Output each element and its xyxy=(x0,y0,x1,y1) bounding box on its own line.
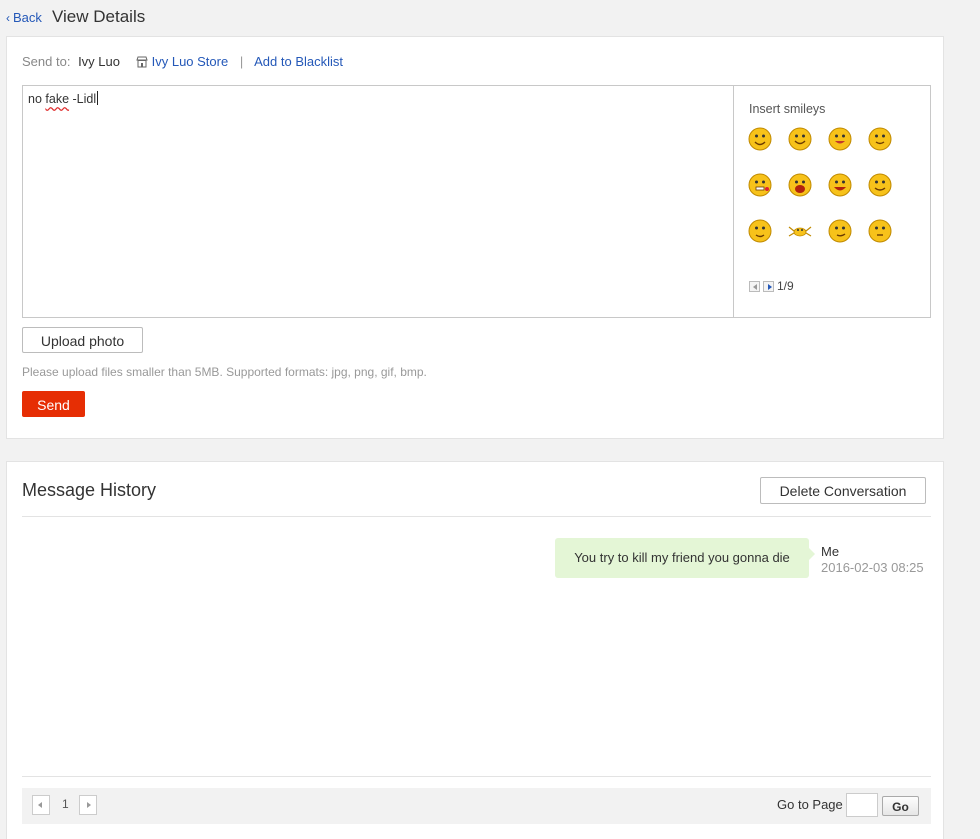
message-editor-frame: no fake -Lidl Insert smileys 1/9 xyxy=(22,85,931,318)
top-bar: ‹ Back View Details xyxy=(0,0,980,34)
current-page-number: 1 xyxy=(62,797,69,811)
chevron-left-icon xyxy=(38,802,42,808)
add-to-blacklist-link[interactable]: Add to Blacklist xyxy=(254,54,343,69)
smiley-panel-title: Insert smileys xyxy=(749,102,826,116)
laugh-icon[interactable] xyxy=(787,172,813,198)
upload-photo-button[interactable]: Upload photo xyxy=(22,327,143,353)
text-caret xyxy=(97,91,99,105)
compose-panel: Send to: Ivy Luo Ivy Luo Store | Add to … xyxy=(6,36,944,439)
send-to-row: Send to: Ivy Luo Ivy Luo Store | Add to … xyxy=(22,54,343,71)
misspelled-word: fake xyxy=(45,92,70,106)
smiley-page-indicator: 1/9 xyxy=(777,279,794,293)
send-to-label: Send to: xyxy=(22,54,71,69)
back-link[interactable]: ‹ Back xyxy=(6,10,42,25)
page-title: View Details xyxy=(52,7,146,26)
smiley-prev-page-button[interactable] xyxy=(749,281,760,293)
tongue-out-icon[interactable] xyxy=(827,126,853,152)
go-to-page-input[interactable] xyxy=(846,793,878,817)
history-title: Message History xyxy=(22,480,157,500)
store-icon xyxy=(135,56,148,71)
send-button[interactable]: Send xyxy=(22,391,85,417)
rose-mouth-icon[interactable] xyxy=(747,172,773,198)
prev-page-button[interactable] xyxy=(32,795,50,815)
delete-conversation-button[interactable]: Delete Conversation xyxy=(760,477,926,504)
message-text-part: -Lidl xyxy=(69,92,97,106)
divider xyxy=(22,776,931,777)
chevron-left-icon: ‹ xyxy=(6,11,10,25)
chevron-right-icon xyxy=(87,802,91,808)
hug-icon[interactable] xyxy=(747,218,773,244)
link-separator: | xyxy=(239,54,244,69)
upload-hint: Please upload files smaller than 5MB. Su… xyxy=(22,365,427,379)
message-sender: Me xyxy=(821,544,840,559)
tears-of-joy-icon[interactable] xyxy=(827,172,853,198)
thinking-icon[interactable] xyxy=(867,218,893,244)
history-pagination: 1 Go to Page Go xyxy=(22,788,931,824)
next-page-button[interactable] xyxy=(79,795,97,815)
go-button[interactable]: Go xyxy=(882,796,919,816)
message-bubble: You try to kill my friend you gonna die xyxy=(555,538,815,578)
go-to-page-label: Go to Page xyxy=(777,797,843,812)
message-timestamp: 2016-02-03 08:25 xyxy=(821,560,924,575)
recipient-name: Ivy Luo xyxy=(78,54,120,69)
crab-icon[interactable] xyxy=(787,218,813,244)
back-label: Back xyxy=(13,10,42,25)
smiley-next-page-button[interactable] xyxy=(763,281,774,293)
store-link[interactable]: Ivy Luo Store xyxy=(152,54,229,69)
smiley-panel: Insert smileys 1/9 xyxy=(735,86,930,317)
giggle-icon[interactable] xyxy=(867,126,893,152)
message-text-part: no xyxy=(28,92,46,106)
smile-icon[interactable] xyxy=(747,126,773,152)
divider xyxy=(22,516,931,517)
blush-icon[interactable] xyxy=(867,172,893,198)
message-input[interactable]: no fake -Lidl xyxy=(23,86,734,317)
smirk-icon[interactable] xyxy=(827,218,853,244)
wink-icon[interactable] xyxy=(787,126,813,152)
smiley-pager: 1/9 xyxy=(749,279,794,293)
message-history-panel: Message History Delete Conversation You … xyxy=(6,461,944,839)
